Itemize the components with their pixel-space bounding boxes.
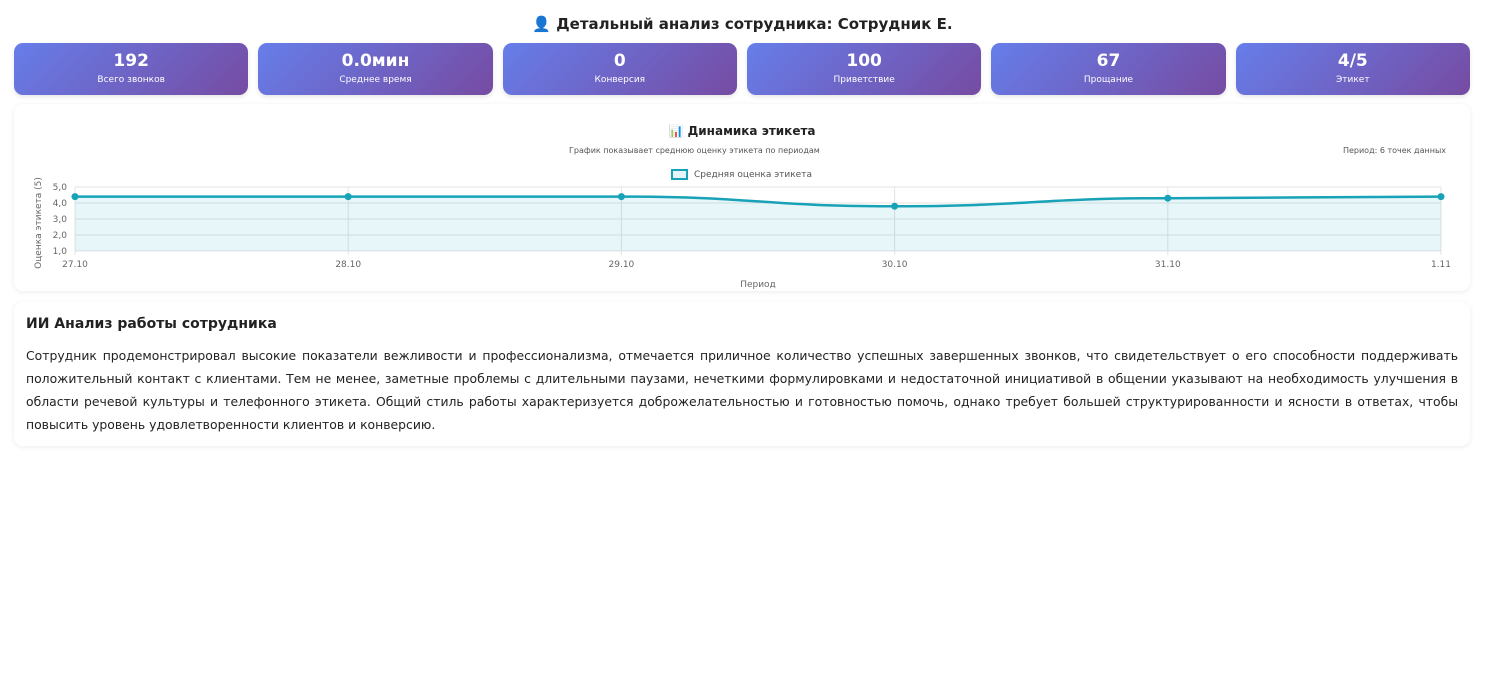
stats-row: 192 Всего звонков 0.0мин Среднее время 0 Ко… bbox=[14, 43, 1470, 95]
y-axis-label: Оценка этикета (5) bbox=[34, 177, 44, 269]
stat-card-greeting: 100 Приветствие bbox=[746, 43, 982, 95]
stat-value: 4/5 bbox=[1337, 51, 1368, 71]
x-tick-label: 30.10 bbox=[882, 260, 908, 270]
stat-value: 100 bbox=[846, 51, 882, 71]
x-tick-label: 27.10 bbox=[62, 260, 88, 270]
page-title: 👤 Детальный анализ сотрудника: Сотрудник… bbox=[532, 15, 953, 33]
stat-label: Этикет bbox=[1336, 75, 1370, 85]
stat-label: Среднее время bbox=[339, 75, 412, 85]
x-tick-label: 28.10 bbox=[335, 260, 361, 270]
y-tick-label: 1,0 bbox=[53, 247, 68, 257]
x-tick-label: 31.10 bbox=[1155, 260, 1181, 270]
stat-card-conversion: 0 Конверсия bbox=[502, 43, 737, 95]
data-point bbox=[71, 193, 79, 201]
ai-analysis-title: ИИ Анализ работы сотрудника bbox=[26, 316, 277, 332]
ai-analysis-text: Сотрудник продемонстрировал высокие пока… bbox=[26, 348, 1458, 432]
ai-analysis-card: ИИ Анализ работы сотрудника Сотрудник пр… bbox=[14, 302, 1470, 446]
stat-label: Всего звонков bbox=[97, 75, 165, 85]
stat-label: Приветствие bbox=[833, 75, 895, 85]
data-point bbox=[891, 202, 899, 210]
data-point bbox=[617, 193, 625, 201]
stat-label: Конверсия bbox=[594, 75, 646, 85]
y-tick-label: 2,0 bbox=[53, 231, 68, 241]
area-fill bbox=[75, 196, 1441, 251]
y-tick-label: 3,0 bbox=[53, 215, 68, 225]
stat-card-farewell: 67 Прощание bbox=[991, 43, 1226, 95]
x-tick-label: 1.11 bbox=[1431, 260, 1451, 270]
line-chart: 1,0 2,0 3,0 4,0 5,0 27.10 28.10 29.10 30.10 31.10… bbox=[34, 177, 1451, 290]
stat-card-avg-time: 0.0мин Среднее время bbox=[258, 43, 493, 95]
stat-card-calls: 192 Всего звонков bbox=[14, 43, 249, 95]
y-tick-label: 4,0 bbox=[53, 199, 68, 209]
stat-value: 0 bbox=[613, 51, 626, 71]
stat-label: Прощание bbox=[1083, 75, 1134, 85]
stat-value: 67 bbox=[1096, 51, 1121, 71]
data-point bbox=[344, 193, 352, 201]
chart-card: 📊 Динамика этикета График показывает сре… bbox=[14, 104, 1470, 291]
stat-value: 0.0мин bbox=[341, 51, 410, 71]
stat-card-etiquette: 4/5 Этикет bbox=[1235, 43, 1470, 95]
data-point bbox=[1437, 193, 1445, 201]
x-axis-label: Период bbox=[740, 280, 776, 290]
stat-value: 192 bbox=[113, 51, 149, 71]
x-tick-label: 29.10 bbox=[609, 260, 635, 270]
y-tick-label: 5,0 bbox=[53, 183, 68, 193]
data-point bbox=[1164, 194, 1172, 202]
